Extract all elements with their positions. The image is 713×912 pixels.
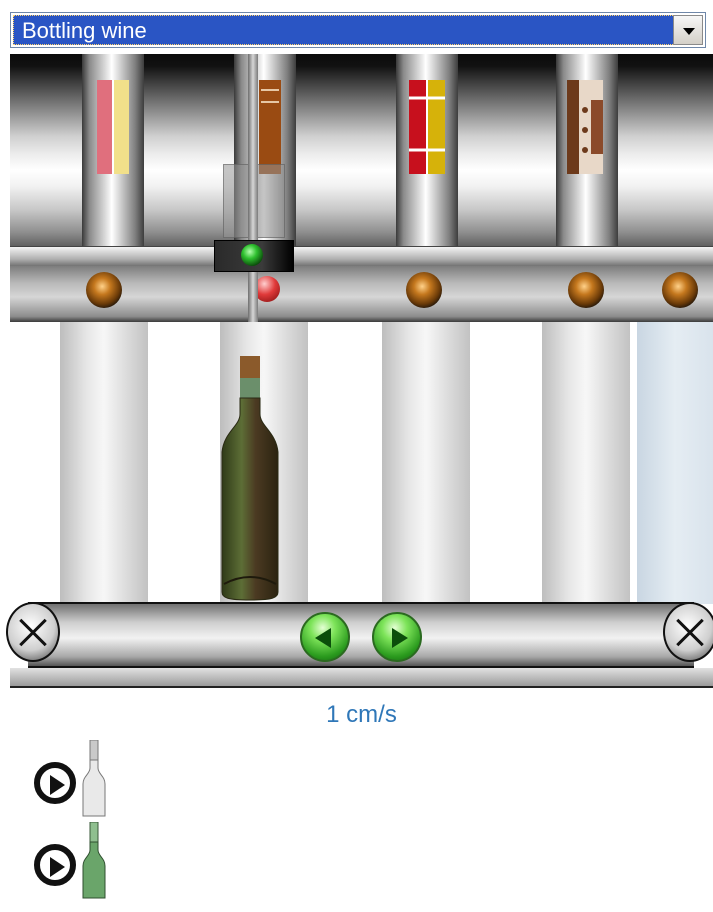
play-icon [34,844,76,886]
dropdown-button[interactable] [673,15,703,45]
arrow-right-icon [392,628,408,648]
arrow-left-icon [315,628,331,648]
add-green-bottle-button[interactable] [34,822,114,902]
bolt-3 [568,272,604,308]
roller-left [6,602,60,662]
move-left-button[interactable] [300,612,350,662]
red-yellow-label [409,80,445,174]
wine-bottle [221,356,279,601]
conveyor-base [10,668,713,688]
green-bottle-icon [82,822,106,899]
play-icon [34,762,76,804]
patterned-label [567,80,603,174]
bolt-4 [662,272,698,308]
speed-readout: 1 cm/s [326,701,397,728]
move-right-button[interactable] [372,612,422,662]
add-clear-bottle-button[interactable] [34,740,114,820]
column-4 [542,322,630,604]
machine-rail [10,246,713,268]
column-3 [382,322,470,604]
filler-rod [248,54,258,322]
labeling-machine [10,54,713,322]
bolt-1 [86,272,122,308]
conveyor [6,598,713,688]
roller-right [663,602,713,662]
column-5 [637,322,713,604]
pink-yellow-label [97,80,129,174]
conveyor-belt [28,602,694,668]
chevron-down-icon [683,28,695,35]
position-sensor [214,240,294,272]
bolt-2 [406,272,442,308]
production-floor [10,322,713,604]
clear-bottle-icon [82,740,106,817]
label-pipe-1 [82,54,144,250]
label-pipe-3 [396,54,458,250]
status-light-icon [241,244,263,266]
label-pipe-4 [556,54,618,250]
process-select-value[interactable]: Bottling wine [13,15,677,45]
column-1 [60,322,148,604]
process-select[interactable]: Bottling wine [10,12,706,48]
